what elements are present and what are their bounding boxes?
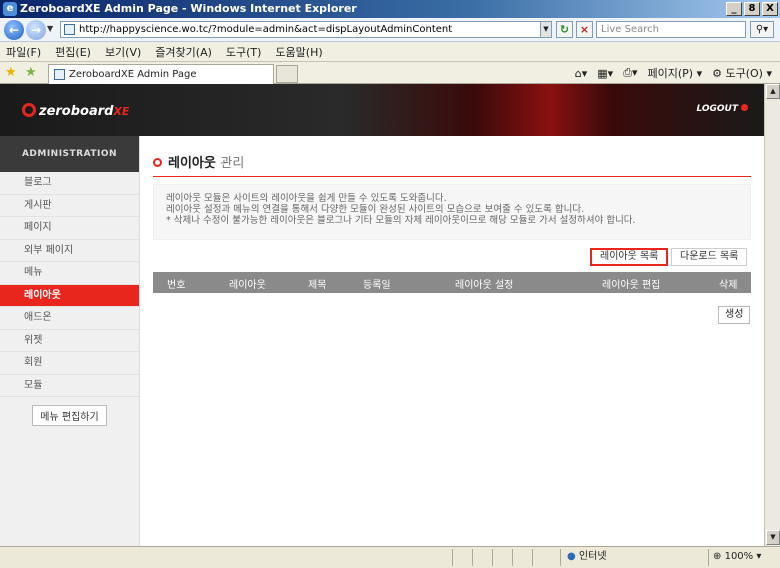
tab-current[interactable]: ZeroboardXE Admin Page bbox=[48, 64, 274, 84]
edit-menu-button[interactable]: 메뉴 편집하기 bbox=[32, 405, 107, 426]
layout-table-header: 번호 레이아웃 제목 등록일 레이아웃 설정 레이아웃 편집 삭제 bbox=[153, 272, 751, 293]
col-number: 번호 bbox=[167, 280, 186, 291]
title-bullet-icon bbox=[153, 158, 162, 167]
sidebar-item-layout[interactable]: 레이아웃 bbox=[0, 284, 139, 307]
col-layout-edit: 레이아웃 편집 bbox=[602, 280, 661, 291]
zoom-control[interactable]: ⊕ 100% ▾ bbox=[708, 549, 776, 566]
zeroboard-logo[interactable]: zeroboardXE bbox=[22, 103, 129, 119]
scroll-down-icon[interactable]: ▼ bbox=[766, 530, 780, 545]
close-button[interactable]: X bbox=[762, 2, 778, 16]
tools-menu[interactable]: ⚙ 도구(O) ▾ bbox=[712, 65, 772, 81]
history-dropdown-icon[interactable]: ▼ bbox=[47, 24, 53, 33]
tab-bar: ★ ★ ZeroboardXE Admin Page ⌂▾ ▦▾ ⎙▾ 페이지(… bbox=[0, 62, 780, 84]
info-line-3: * 삭제나 수정이 불가능한 레이아웃은 블로그나 기타 모듈의 자체 레이아웃… bbox=[166, 215, 636, 226]
feeds-icon[interactable]: ▦▾ bbox=[597, 67, 613, 80]
layout-list-button[interactable]: 레이아웃 목록 bbox=[590, 248, 669, 266]
menu-file[interactable]: 파일(F) bbox=[6, 44, 41, 60]
forward-button[interactable]: → bbox=[26, 20, 46, 40]
page-menu-label: 페이지(P) bbox=[647, 67, 694, 80]
menu-bar: 파일(F) 편집(E) 보기(V) 즐겨찾기(A) 도구(T) 도움말(H) bbox=[0, 42, 780, 62]
sidebar-item-module[interactable]: 모듈 bbox=[0, 375, 139, 397]
title-divider bbox=[153, 176, 751, 177]
info-box: 레이아웃 모듈은 사이트의 레이아웃을 쉽게 만들 수 있도록 도와줍니다. 레… bbox=[153, 184, 751, 240]
logout-link[interactable]: LOGOUT bbox=[696, 104, 748, 114]
info-line-1: 레이아웃 모듈은 사이트의 레이아웃을 쉽게 만들 수 있도록 도와줍니다. bbox=[166, 193, 447, 204]
col-layout-settings: 레이아웃 설정 bbox=[455, 280, 514, 291]
admin-sidebar: ADMINISTRATION 블로그 게시판 페이지 외부 페이지 메뉴 레이아… bbox=[0, 136, 140, 546]
page-viewport: zeroboardXE LOGOUT ADMINISTRATION 블로그 게시… bbox=[0, 84, 764, 546]
sidebar-item-member[interactable]: 회원 bbox=[0, 352, 139, 375]
logout-dot-icon bbox=[741, 104, 748, 111]
info-line-2: 레이아웃 설정과 메뉴의 연결을 통해서 다양한 모듈이 완성된 사이트의 모습… bbox=[166, 204, 585, 215]
menu-help[interactable]: 도움말(H) bbox=[275, 44, 322, 60]
ie-icon: e bbox=[3, 2, 17, 16]
vertical-scrollbar[interactable]: ▲ ▼ bbox=[764, 84, 780, 546]
sidebar-item-blog[interactable]: 블로그 bbox=[0, 172, 139, 195]
home-icon[interactable]: ⌂▾ bbox=[575, 67, 588, 80]
sidebar-item-widget[interactable]: 위젯 bbox=[0, 330, 139, 352]
page-icon bbox=[64, 24, 75, 35]
print-icon[interactable]: ⎙▾ bbox=[623, 66, 637, 80]
sidebar-item-external-page[interactable]: 외부 페이지 bbox=[0, 240, 139, 262]
favorites-star-icon[interactable]: ★ bbox=[5, 65, 17, 80]
url-text: http://happyscience.wo.tc/?module=admin&… bbox=[79, 24, 453, 35]
col-delete: 삭제 bbox=[719, 280, 738, 291]
sidebar-heading: ADMINISTRATION bbox=[0, 136, 139, 172]
add-favorites-icon[interactable]: ★ bbox=[25, 65, 37, 80]
tab-title: ZeroboardXE Admin Page bbox=[69, 69, 197, 80]
logo-mark-icon bbox=[22, 103, 36, 117]
address-input[interactable]: http://happyscience.wo.tc/?module=admin&… bbox=[60, 21, 550, 38]
logo-suffix: XE bbox=[113, 105, 130, 118]
search-input[interactable]: Live Search bbox=[596, 21, 746, 38]
sidebar-item-menu[interactable]: 메뉴 bbox=[0, 262, 139, 285]
status-cell bbox=[472, 549, 492, 566]
minimize-button[interactable]: _ bbox=[726, 2, 742, 16]
new-tab-button[interactable] bbox=[276, 65, 298, 83]
page-title: 레이아웃 관리 bbox=[153, 152, 244, 171]
menu-favorites[interactable]: 즐겨찾기(A) bbox=[155, 44, 212, 60]
zone-label: 인터넷 bbox=[578, 551, 607, 562]
address-dropdown-icon[interactable]: ▼ bbox=[540, 21, 552, 38]
refresh-icon[interactable]: ↻ bbox=[556, 21, 573, 38]
logout-label: LOGOUT bbox=[696, 104, 738, 114]
sidebar-item-page[interactable]: 페이지 bbox=[0, 217, 139, 240]
col-layout: 레이아웃 bbox=[229, 280, 266, 291]
status-bar: ● 인터넷 ⊕ 100% ▾ bbox=[0, 546, 780, 568]
page-title-sub: 관리 bbox=[220, 156, 245, 171]
security-zone[interactable]: ● 인터넷 bbox=[560, 549, 705, 566]
zoom-label: 100% bbox=[724, 551, 754, 562]
menu-tools[interactable]: 도구(T) bbox=[226, 44, 262, 60]
address-toolbar: ← → ▼ http://happyscience.wo.tc/?module=… bbox=[0, 18, 780, 42]
admin-header: zeroboardXE LOGOUT bbox=[0, 84, 764, 136]
tab-page-icon bbox=[54, 69, 65, 80]
search-icon[interactable]: ⚲▾ bbox=[750, 21, 774, 38]
page-menu[interactable]: 페이지(P) ▾ bbox=[648, 65, 703, 81]
status-cell bbox=[512, 549, 532, 566]
scroll-up-icon[interactable]: ▲ bbox=[766, 84, 780, 99]
zoom-icon: ⊕ bbox=[713, 551, 722, 562]
sidebar-item-board[interactable]: 게시판 bbox=[0, 195, 139, 217]
create-button[interactable]: 생성 bbox=[718, 306, 751, 324]
sidebar-item-addon[interactable]: 애드온 bbox=[0, 307, 139, 330]
page-title-main: 레이아웃 bbox=[168, 156, 216, 171]
stop-icon[interactable]: × bbox=[576, 21, 593, 38]
download-list-button[interactable]: 다운로드 목록 bbox=[671, 248, 748, 266]
status-cell bbox=[492, 549, 512, 566]
status-cell bbox=[452, 549, 472, 566]
window-titlebar: e ZeroboardXE Admin Page - Windows Inter… bbox=[0, 0, 780, 18]
window-title: ZeroboardXE Admin Page - Windows Interne… bbox=[20, 2, 357, 15]
logo-text: zeroboard bbox=[39, 104, 114, 119]
status-cell bbox=[532, 549, 557, 566]
maximize-button[interactable]: 8 bbox=[744, 2, 760, 16]
col-title: 제목 bbox=[308, 280, 327, 291]
zoom-dropdown-icon: ▾ bbox=[756, 551, 762, 562]
menu-view[interactable]: 보기(V) bbox=[105, 44, 141, 60]
tools-menu-label: 도구(O) bbox=[725, 67, 763, 80]
col-date: 등록일 bbox=[363, 280, 391, 291]
menu-edit[interactable]: 편집(E) bbox=[55, 44, 91, 60]
back-button[interactable]: ← bbox=[4, 20, 24, 40]
globe-icon: ● bbox=[567, 551, 576, 562]
